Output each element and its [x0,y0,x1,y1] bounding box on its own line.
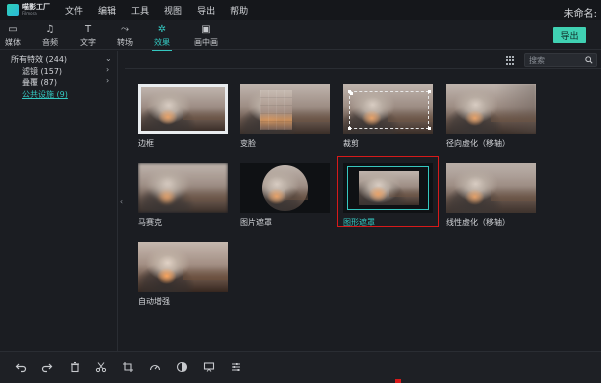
chevron-right-icon[interactable]: › [106,76,109,85]
logo-icon [7,4,19,16]
crop-icon[interactable] [121,360,135,374]
effect-tile-tilt-shift[interactable]: 线性虚化（移轴） [446,163,536,228]
tab-text[interactable]: T 文字 [70,23,106,49]
tab-pip-label: 画中画 [194,38,218,47]
effects-icon: ✲ [157,24,167,35]
effect-tile-crop[interactable]: 裁剪 [343,84,433,149]
effect-tile-radial-blur[interactable]: 径向虚化（移轴） [446,84,536,149]
title-bar: 喵影工厂 Filmora 文件 编辑 工具 视图 导出 帮助 未命名: [0,0,601,20]
effect-thumbnail [446,84,536,134]
tab-media[interactable]: ▭ 媒体 [0,23,31,49]
effect-label: 边框 [138,139,154,148]
effect-tile-auto-enhance[interactable]: 自动增强 [138,242,228,307]
menu-view[interactable]: 视图 [164,4,182,17]
effect-tile-border[interactable]: 边框 [138,84,228,149]
tab-audio-label: 音频 [42,38,58,47]
text-icon: T [84,24,92,35]
sidebar-collapse-handle[interactable]: ‹ [118,190,125,212]
content-header [125,51,601,69]
menu-edit[interactable]: 编辑 [98,4,116,17]
tab-audio[interactable]: ♫ 音频 [32,23,68,49]
effect-thumbnail [138,242,228,292]
effect-thumbnail [240,163,330,213]
effect-thumbnail [240,84,330,134]
tab-effects[interactable]: ✲ 效果 [144,23,180,51]
tab-pip[interactable]: ▣ 画中画 [186,23,226,49]
audio-adjust-icon[interactable] [229,360,243,374]
effect-thumbnail [138,163,228,213]
color-icon[interactable] [175,360,189,374]
effect-tile-face-off[interactable]: 变脸 [240,84,330,149]
chevron-right-icon[interactable]: › [106,65,109,74]
grid-view-icon[interactable] [506,56,515,65]
main-toolbar: ▭ 媒体 ♫ 音频 T 文字 ⤳ 转场 ✲ 效果 ▣ 画中画 导出 [0,20,601,51]
effect-label: 裁剪 [343,139,359,148]
tab-text-label: 文字 [80,38,96,47]
effect-thumbnail [343,163,433,213]
undo-icon[interactable] [14,360,28,374]
effect-tile-image-mask[interactable]: 图片遮罩 [240,163,330,228]
effect-label: 马赛克 [138,218,162,227]
tab-transitions[interactable]: ⤳ 转场 [107,23,143,49]
app-logo: 喵影工厂 Filmora [7,4,57,16]
picture-in-picture-icon: ▣ [201,24,211,35]
tab-effects-label: 效果 [154,38,170,47]
effects-grid: 边框 变脸 裁剪 径向虚化（移轴） 马赛克 图片遮罩 图形遮罩 线性虚化（移轴）… [125,70,601,350]
category-utility[interactable]: 公共设施 (9) [22,89,68,100]
menu-tools[interactable]: 工具 [131,4,149,17]
effect-label: 线性虚化（移轴） [446,218,510,227]
chevron-down-icon[interactable]: ⌄ [105,54,112,63]
redo-icon[interactable] [40,360,54,374]
category-filters[interactable]: 滤镜 (157) [22,66,62,77]
effect-thumbnail [343,84,433,134]
music-note-icon: ♫ [45,24,55,35]
logo-title: 喵影工厂 [22,3,50,11]
search-box[interactable] [524,53,597,67]
cut-icon[interactable] [94,360,108,374]
transition-icon: ⤳ [121,24,129,35]
effect-label: 图形遮罩 [343,218,375,227]
effects-category-sidebar: 所有特效 (244) ⌄ 滤镜 (157) › 叠覆 (87) › 公共设施 (… [0,51,118,351]
export-button[interactable]: 导出 [553,27,586,43]
green-screen-icon[interactable] [202,360,216,374]
timeline-toolbar [0,351,601,383]
effect-tile-mosaic[interactable]: 马赛克 [138,163,228,228]
effect-label: 自动增强 [138,297,170,306]
menu-file[interactable]: 文件 [65,4,83,17]
logo-subtitle: Filmora [22,11,37,16]
tab-transitions-label: 转场 [117,38,133,47]
tab-media-label: 媒体 [5,38,21,47]
search-input[interactable] [529,55,584,65]
delete-icon[interactable] [68,360,82,374]
category-overlays[interactable]: 叠覆 (87) [22,77,57,88]
menu-export[interactable]: 导出 [197,4,215,17]
effect-thumbnail [138,84,228,134]
effect-label: 图片遮罩 [240,218,272,227]
menu-bar: 文件 编辑 工具 视图 导出 帮助 [65,4,263,17]
effect-tile-shape-mask[interactable]: 图形遮罩 [343,163,433,228]
timeline-playhead-marker [395,379,401,383]
effect-label: 径向虚化（移轴） [446,139,510,148]
search-icon[interactable] [585,56,593,64]
category-all-effects[interactable]: 所有特效 (244) [11,54,67,65]
folder-icon: ▭ [8,24,18,35]
menu-help[interactable]: 帮助 [230,4,248,17]
document-name: 未命名: [563,9,597,20]
speed-icon[interactable] [148,360,162,374]
effect-label: 变脸 [240,139,256,148]
effect-thumbnail [446,163,536,213]
